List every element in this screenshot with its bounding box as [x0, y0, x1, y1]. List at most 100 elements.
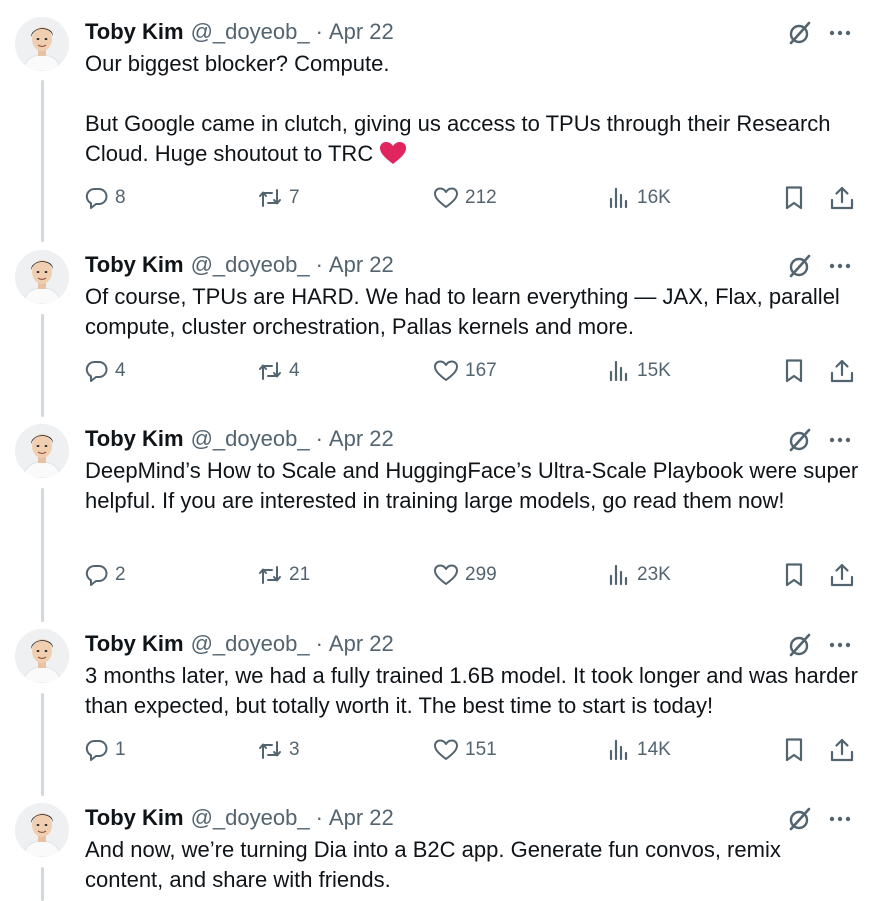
tweet[interactable]: Toby Kim @_doyeob_ · Apr 22 Our biggest …	[0, 17, 877, 232]
reply-icon	[85, 564, 108, 586]
like-count: 299	[465, 564, 497, 585]
more-icon[interactable]	[826, 252, 854, 280]
like-button[interactable]: 212	[433, 183, 497, 213]
tweet-header: Toby Kim @_doyeob_ · Apr 22	[85, 19, 394, 45]
reply-button[interactable]: 2	[85, 560, 126, 590]
retweet-icon	[259, 566, 281, 584]
tweet-header: Toby Kim @_doyeob_ · Apr 22	[85, 631, 394, 657]
share-button[interactable]	[829, 735, 855, 765]
share-icon	[830, 186, 854, 210]
share-button[interactable]	[829, 356, 855, 386]
reply-icon	[85, 360, 108, 382]
separator-dot: ·	[315, 252, 323, 277]
author-name[interactable]: Toby Kim	[85, 805, 184, 831]
tweet[interactable]: Toby Kim @_doyeob_ · Apr 22 Of course, T…	[0, 250, 877, 410]
views-icon	[609, 360, 628, 382]
views-count: 16K	[637, 187, 671, 208]
reply-button[interactable]: 1	[85, 735, 126, 765]
retweet-button[interactable]: 3	[257, 735, 300, 765]
avatar[interactable]	[15, 17, 69, 71]
more-icon[interactable]	[826, 19, 854, 47]
like-button[interactable]: 151	[433, 735, 497, 765]
avatar[interactable]	[15, 629, 69, 683]
tweet-paragraph: And now, we’re turning Dia into a B2C ap…	[85, 837, 781, 892]
tweet-paragraph: 3 months later, we had a fully trained 1…	[85, 663, 858, 718]
author-handle[interactable]: @_doyeob_	[191, 426, 310, 452]
retweet-button[interactable]: 4	[257, 356, 300, 386]
tweet-actions: 1 3 151 14K	[0, 735, 877, 765]
tweet-text: Our biggest blocker? Compute. But Google…	[85, 49, 865, 169]
like-count: 212	[465, 187, 497, 208]
tweet-actions: 2 21 299 23K	[0, 560, 877, 590]
reply-button[interactable]: 8	[85, 183, 126, 213]
separator-dot: ·	[315, 426, 323, 451]
views-button[interactable]: 14K	[607, 735, 671, 765]
author-name[interactable]: Toby Kim	[85, 631, 184, 657]
views-button[interactable]: 16K	[607, 183, 671, 213]
author-handle[interactable]: @_doyeob_	[191, 805, 310, 831]
heart-icon	[434, 187, 458, 208]
heart-icon	[434, 360, 458, 381]
author-name[interactable]: Toby Kim	[85, 252, 184, 278]
avatar[interactable]	[15, 803, 69, 857]
like-button[interactable]: 167	[433, 356, 497, 386]
share-button[interactable]	[829, 560, 855, 590]
reply-button[interactable]: 4	[85, 356, 126, 386]
tweet[interactable]: Toby Kim @_doyeob_ · Apr 22 3 months lat…	[0, 629, 877, 789]
reply-icon	[85, 739, 108, 761]
author-handle[interactable]: @_doyeob_	[191, 252, 310, 278]
author-name[interactable]: Toby Kim	[85, 426, 184, 452]
avatar[interactable]	[15, 250, 69, 304]
bookmark-icon	[785, 359, 803, 383]
tweet-text: Of course, TPUs are HARD. We had to lear…	[85, 282, 865, 342]
author-name[interactable]: Toby Kim	[85, 19, 184, 45]
share-icon	[830, 563, 854, 587]
retweet-count: 21	[289, 564, 311, 585]
avatar[interactable]	[15, 424, 69, 478]
views-button[interactable]: 23K	[607, 560, 671, 590]
retweet-icon	[259, 189, 281, 207]
retweet-count: 4	[289, 360, 300, 381]
tweet-actions: 8 7 212 16K	[0, 183, 877, 213]
tweet-date[interactable]: Apr 22	[329, 19, 394, 45]
separator-dot: ·	[315, 19, 323, 44]
tweet[interactable]: Toby Kim @_doyeob_ · Apr 22 And now, we’…	[0, 803, 877, 901]
grok-icon[interactable]	[786, 805, 814, 833]
bookmark-button[interactable]	[782, 183, 806, 213]
bookmark-button[interactable]	[782, 735, 806, 765]
like-button[interactable]: 299	[433, 560, 497, 590]
retweet-button[interactable]: 7	[257, 183, 300, 213]
tweet-date[interactable]: Apr 22	[329, 426, 394, 452]
grok-icon[interactable]	[786, 19, 814, 47]
tweet[interactable]: Toby Kim @_doyeob_ · Apr 22 DeepMind’s H…	[0, 424, 877, 614]
tweet-paragraph: Our biggest blocker? Compute.	[85, 51, 390, 76]
tweet-date[interactable]: Apr 22	[329, 252, 394, 278]
grok-icon[interactable]	[786, 426, 814, 454]
share-button[interactable]	[829, 183, 855, 213]
views-button[interactable]: 15K	[607, 356, 671, 386]
author-handle[interactable]: @_doyeob_	[191, 631, 310, 657]
more-icon[interactable]	[826, 426, 854, 454]
tweet-date[interactable]: Apr 22	[329, 631, 394, 657]
views-count: 15K	[637, 360, 671, 381]
bookmark-button[interactable]	[782, 356, 806, 386]
tweet-text: DeepMind’s How to Scale and HuggingFace’…	[85, 456, 865, 516]
tweet-date[interactable]: Apr 22	[329, 805, 394, 831]
retweet-button[interactable]: 21	[257, 560, 310, 590]
reply-count: 2	[115, 564, 126, 585]
author-handle[interactable]: @_doyeob_	[191, 19, 310, 45]
retweet-icon	[259, 362, 281, 380]
like-count: 151	[465, 739, 497, 760]
tweet-text: 3 months later, we had a fully trained 1…	[85, 661, 865, 721]
more-icon[interactable]	[826, 631, 854, 659]
bookmark-button[interactable]	[782, 560, 806, 590]
grok-icon[interactable]	[786, 252, 814, 280]
tweet-paragraph: Of course, TPUs are HARD. We had to lear…	[85, 284, 840, 339]
more-icon[interactable]	[826, 805, 854, 833]
retweet-icon	[259, 741, 281, 759]
bookmark-icon	[785, 563, 803, 587]
reply-count: 4	[115, 360, 126, 381]
tweet-actions: 4 4 167 15K	[0, 356, 877, 386]
grok-icon[interactable]	[786, 631, 814, 659]
tweet-paragraph: But Google came in clutch, giving us acc…	[85, 109, 865, 169]
